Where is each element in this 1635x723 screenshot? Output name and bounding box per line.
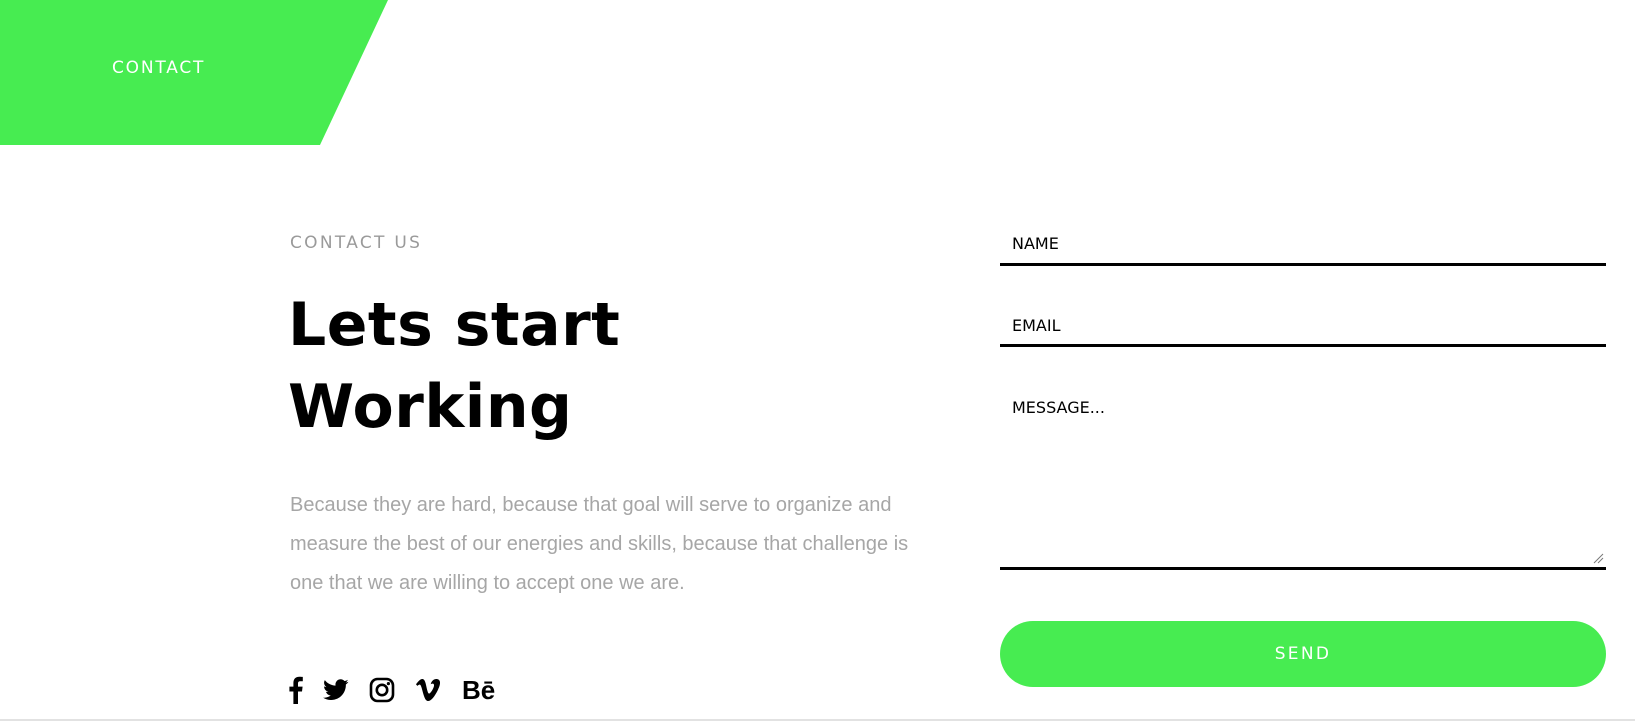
name-field[interactable]: NAME bbox=[1000, 226, 1606, 266]
contact-page: CONTACT CONTACT US Lets start Working Be… bbox=[0, 0, 1635, 723]
vimeo-icon[interactable] bbox=[415, 678, 442, 702]
heading-line-2: Working bbox=[288, 372, 573, 442]
behance-label: Bē bbox=[462, 675, 496, 705]
twitter-icon[interactable] bbox=[323, 679, 349, 701]
email-field[interactable]: EMAIL bbox=[1000, 308, 1606, 347]
behance-icon[interactable]: Bē bbox=[462, 677, 495, 703]
heading-line-1: Lets start bbox=[288, 290, 621, 360]
instagram-icon[interactable] bbox=[369, 677, 395, 703]
intro-description: Because they are hard, because that goal… bbox=[290, 494, 909, 594]
social-links: Bē bbox=[289, 673, 515, 707]
page-divider bbox=[0, 719, 1635, 721]
email-placeholder: EMAIL bbox=[1012, 316, 1061, 335]
section-eyebrow: CONTACT US bbox=[290, 233, 423, 253]
message-field[interactable]: MESSAGE... bbox=[1000, 390, 1606, 570]
message-placeholder: MESSAGE... bbox=[1012, 398, 1105, 417]
resize-grip-icon[interactable] bbox=[1592, 552, 1604, 564]
page-heading: Lets start Working bbox=[288, 284, 620, 448]
name-placeholder: NAME bbox=[1012, 234, 1059, 253]
facebook-icon[interactable] bbox=[289, 676, 303, 704]
banner-title: CONTACT bbox=[112, 58, 206, 78]
send-button[interactable]: SEND bbox=[1000, 621, 1606, 687]
